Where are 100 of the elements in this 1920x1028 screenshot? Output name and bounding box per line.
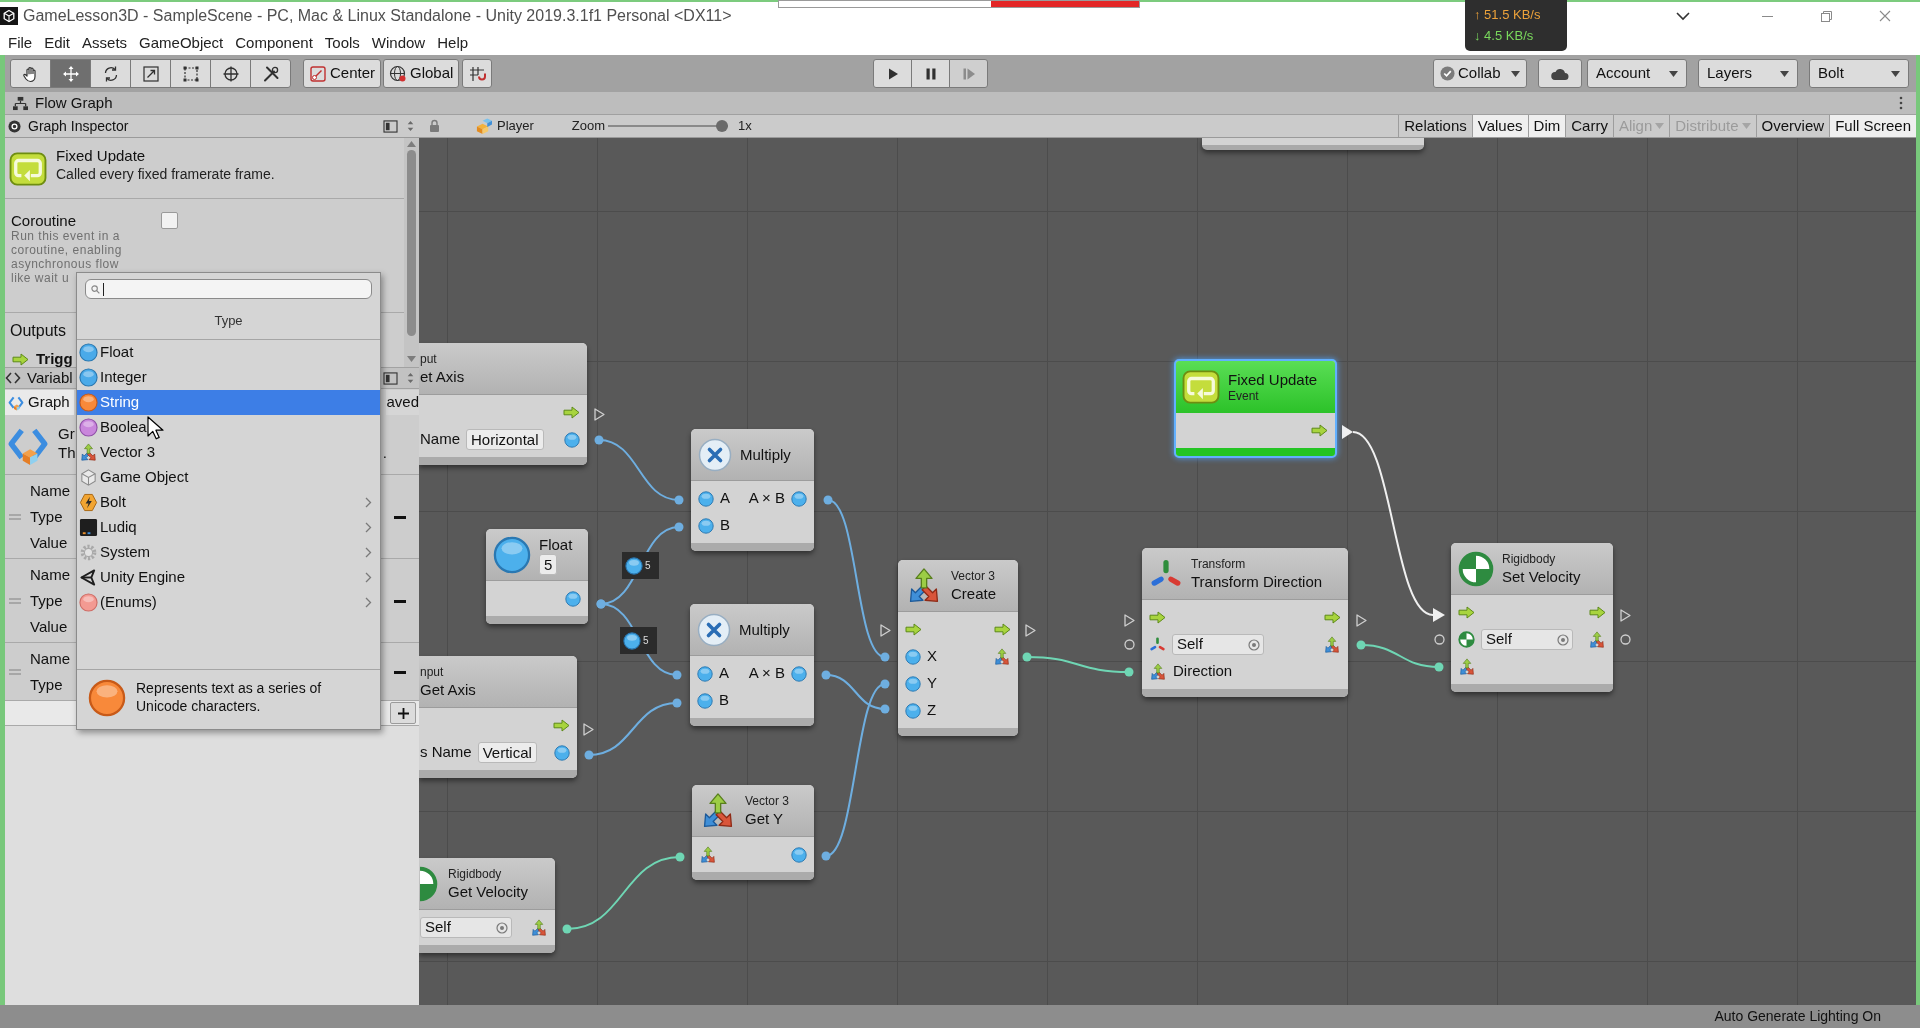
menu-item[interactable]: Window: [365, 32, 432, 53]
axes-arrows-icon: [699, 845, 717, 864]
tool-button[interactable]: [10, 59, 51, 88]
triangle-up-icon: [407, 141, 416, 147]
drag-handle-icon[interactable]: [8, 668, 22, 676]
menu-item[interactable]: (Enums): [77, 590, 380, 615]
menu-item[interactable]: Edit: [38, 32, 77, 53]
axes-arrows-icon: [1458, 657, 1476, 676]
dropdown-button[interactable]: Layers: [1698, 59, 1798, 88]
graph-node[interactable]: nput Get Axis s Name Vertical: [419, 656, 577, 778]
menu-item[interactable]: Float: [77, 340, 380, 365]
zoom-slider[interactable]: [608, 119, 729, 133]
menu-item[interactable]: System: [77, 540, 380, 565]
chevron-down-icon[interactable]: [1675, 11, 1691, 21]
playback-button[interactable]: [911, 59, 950, 88]
graph-node[interactable]: Float 5: [486, 529, 588, 624]
checkbox[interactable]: [161, 212, 178, 229]
graph-node[interactable]: Rigidbody Get Velocity Self: [419, 858, 555, 953]
tool-button[interactable]: [90, 59, 131, 88]
slider-thumb[interactable]: [716, 120, 729, 132]
graph-node[interactable]: [1202, 138, 1424, 150]
toggle-button[interactable]: Dim: [1527, 115, 1566, 137]
mouse-cursor-icon: [147, 416, 164, 440]
panel-toggle-icon[interactable]: [383, 119, 398, 133]
flow-arrow-icon: [1149, 611, 1166, 624]
dropdown-button[interactable]: Account: [1587, 59, 1687, 88]
minus-icon: [394, 599, 406, 603]
field-label: Type: [30, 507, 64, 527]
node-category: nput: [420, 664, 444, 680]
value-port-icon: [564, 431, 580, 448]
panel-toggle-icon[interactable]: [383, 371, 398, 385]
value-port-icon: [905, 675, 921, 692]
search-field[interactable]: [85, 279, 372, 299]
snap-button[interactable]: [462, 59, 493, 88]
pivot-button[interactable]: Global: [383, 59, 460, 88]
menu-item[interactable]: Bolt: [77, 490, 380, 515]
tab[interactable]: Graph: [5, 390, 74, 415]
graph-node[interactable]: Multiply A A × B B: [691, 429, 814, 551]
close-icon[interactable]: [1879, 10, 1891, 22]
flow-arrow-icon: [553, 719, 570, 732]
add-button[interactable]: [390, 702, 416, 724]
cloud-button[interactable]: [1538, 59, 1582, 88]
dropdown-button[interactable]: Bolt: [1809, 59, 1909, 88]
toggle-button[interactable]: Full Screen: [1829, 115, 1916, 137]
cubes-icon: [475, 118, 492, 134]
menu-item[interactable]: Unity Engine: [77, 565, 380, 590]
pivot-button[interactable]: Center: [303, 59, 382, 88]
toggle-button[interactable]: Values: [1471, 115, 1528, 137]
scrollbar-thumb[interactable]: [407, 150, 416, 336]
text-field[interactable]: 5: [539, 553, 558, 575]
upload-speed: ↑ 51.5 KB/s: [1474, 7, 1542, 23]
menu-item[interactable]: Integer: [77, 365, 380, 390]
description-text: Th: [58, 443, 76, 462]
window-tab[interactable]: Flow Graph: [12, 91, 113, 115]
loop-arrows-icon: [9, 152, 47, 186]
graph-node[interactable]: Multiply A A × B B: [690, 604, 814, 726]
object-field[interactable]: Self: [1172, 634, 1264, 655]
tool-button[interactable]: [210, 59, 251, 88]
menu-item[interactable]: Component: [229, 32, 319, 53]
menu-item[interactable]: GameObject: [133, 32, 230, 53]
sphere-icon: [79, 393, 98, 412]
text-field[interactable]: Vertical: [477, 742, 537, 763]
menu-item[interactable]: String: [77, 390, 380, 415]
menu-item[interactable]: File: [2, 32, 39, 53]
node-title: Fixed Update: [1228, 370, 1318, 389]
menu-item[interactable]: Tools: [318, 32, 366, 53]
tab[interactable]: aved: [386, 390, 419, 415]
menu-item[interactable]: Game Object: [77, 465, 380, 490]
menu-item[interactable]: Boolea: [77, 415, 380, 440]
collab-button[interactable]: Collab: [1433, 59, 1527, 88]
check-circle-icon: [1440, 66, 1455, 81]
drag-handle-icon[interactable]: [8, 597, 22, 605]
graph-node[interactable]: Fixed Update Event: [1174, 359, 1337, 458]
graph-node[interactable]: Rigidbody Set Velocity Self: [1451, 543, 1613, 692]
ring-port-icon: [1620, 634, 1631, 645]
restore-icon[interactable]: [1821, 10, 1832, 22]
menu-item[interactable]: Vector 3: [77, 440, 380, 465]
tool-button[interactable]: [250, 59, 291, 88]
graph-node[interactable]: Transform Transform Direction Self Direction: [1142, 548, 1348, 697]
zoom-value: 1x: [738, 117, 752, 136]
port-label: A: [719, 663, 729, 684]
flow-arrow-icon: [994, 623, 1011, 636]
lock-icon[interactable]: [428, 119, 441, 133]
graph-node[interactable]: put et Axis Name Horizontal: [419, 343, 587, 465]
port-label: Z: [927, 700, 937, 721]
playback-button[interactable]: [873, 59, 912, 88]
menu-item[interactable]: Help: [431, 32, 475, 53]
tool-button[interactable]: [50, 59, 91, 88]
graph-node[interactable]: Vector 3 Create X Y Z: [898, 560, 1018, 736]
graph-node[interactable]: Vector 3 Get Y: [692, 785, 814, 880]
text-field[interactable]: Horizontal: [466, 429, 544, 450]
kebab-menu-icon[interactable]: [1899, 96, 1903, 110]
object-field[interactable]: Self: [420, 917, 512, 938]
drag-handle-icon[interactable]: [8, 513, 22, 521]
target-selector[interactable]: Player: [497, 116, 534, 136]
object-field[interactable]: Self: [1481, 629, 1573, 650]
help-text: like wait u: [11, 271, 70, 285]
scrollbar[interactable]: [404, 138, 419, 367]
menu-item[interactable]: Assets: [76, 32, 134, 53]
menu-item[interactable]: Ludiq: [77, 515, 380, 540]
